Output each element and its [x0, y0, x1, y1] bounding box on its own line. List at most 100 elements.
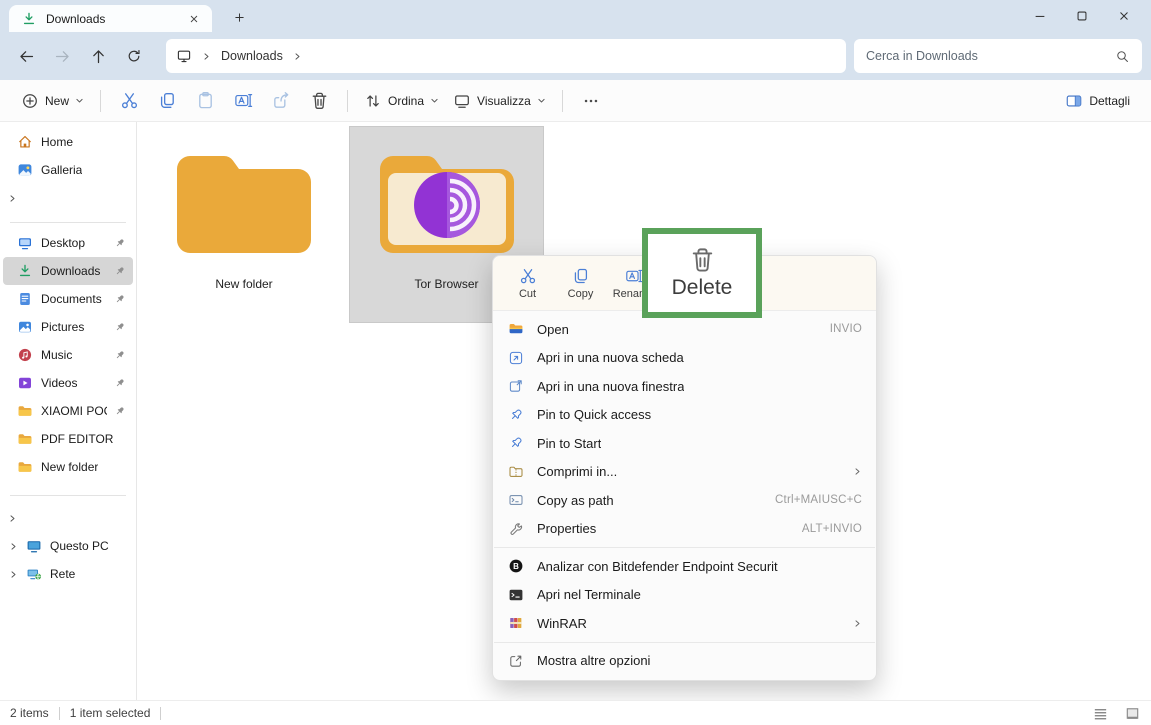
sidebar-item-xiaomi-poco[interactable]: XIAOMI POCO F	[3, 397, 133, 425]
view-toggles	[1091, 704, 1141, 722]
menu-item-open-terminal[interactable]: Apri nel Terminale	[498, 581, 871, 610]
forward-button[interactable]	[44, 39, 80, 73]
open-folder-icon	[508, 321, 524, 337]
this-pc-icon	[26, 538, 42, 554]
chevron-down-icon	[75, 96, 84, 105]
sidebar-item-downloads[interactable]: Downloads	[3, 257, 133, 285]
details-pane-button[interactable]: Dettagli	[1058, 87, 1137, 115]
sidebar-divider	[10, 495, 126, 496]
plus-icon	[233, 11, 246, 24]
view-icon	[453, 92, 471, 110]
up-button[interactable]	[80, 39, 116, 73]
chevron-right-icon	[8, 194, 17, 203]
network-icon	[26, 566, 42, 582]
address-bar[interactable]: Downloads	[166, 39, 846, 73]
delete-highlight-annotation[interactable]: Delete	[642, 228, 762, 318]
pin-icon	[115, 294, 125, 304]
rename-icon	[234, 91, 253, 110]
items-count: 2 items	[10, 706, 49, 720]
list-view-icon	[1092, 705, 1109, 722]
tor-browser-folder-icon	[372, 145, 522, 263]
music-icon	[17, 347, 33, 363]
large-icons-view-button[interactable]	[1123, 704, 1141, 722]
sidebar-item-videos[interactable]: Videos	[3, 369, 133, 397]
sidebar-item-desktop[interactable]: Desktop	[3, 229, 133, 257]
sort-button[interactable]: Ordina	[357, 87, 446, 115]
menu-item-open-new-window[interactable]: Apri in una nuova finestra	[498, 372, 871, 401]
sidebar-item-pdf-editor[interactable]: PDF EDITOR	[3, 425, 133, 453]
folder-icon	[17, 431, 33, 447]
menu-item-copy-as-path[interactable]: Copy as path Ctrl+MAIUSC+C	[498, 486, 871, 515]
wrench-icon	[508, 521, 524, 537]
menu-item-open[interactable]: Open INVIO	[498, 315, 871, 344]
toolbar-divider	[347, 90, 348, 112]
sidebar-item-pictures[interactable]: Pictures	[3, 313, 133, 341]
copy-button[interactable]	[148, 86, 186, 116]
desktop-icon	[17, 235, 33, 251]
folder-icon	[17, 403, 33, 419]
zip-folder-icon	[508, 464, 524, 480]
sidebar-item-music[interactable]: Music	[3, 341, 133, 369]
minimize-button[interactable]	[1019, 0, 1061, 32]
statusbar-divider	[160, 707, 161, 720]
new-button-label: New	[45, 94, 69, 108]
cut-icon	[519, 267, 537, 285]
pin-icon	[115, 322, 125, 332]
pin-icon	[115, 238, 125, 248]
sort-button-label: Ordina	[388, 94, 424, 108]
copy-icon	[158, 91, 177, 110]
sidebar-item-home[interactable]: Home	[3, 128, 133, 156]
chevron-right-icon	[9, 570, 18, 579]
back-button[interactable]	[8, 39, 44, 73]
tab-close-button[interactable]	[184, 9, 204, 29]
sidebar-expand-chevron[interactable]	[0, 184, 136, 212]
new-tab-button[interactable]	[226, 4, 252, 30]
search-box[interactable]	[854, 39, 1142, 73]
back-arrow-icon	[18, 48, 35, 65]
search-input[interactable]	[866, 49, 1115, 63]
sidebar-item-gallery[interactable]: Galleria	[3, 156, 133, 184]
share-button[interactable]	[262, 86, 300, 116]
paste-button[interactable]	[186, 86, 224, 116]
copy-quick-button[interactable]: Copy	[554, 259, 607, 307]
maximize-button[interactable]	[1061, 0, 1103, 32]
sidebar-item-network[interactable]: Rete	[3, 560, 133, 588]
sidebar-expand-chevron[interactable]	[0, 504, 136, 532]
rename-button[interactable]	[224, 86, 262, 116]
show-more-icon	[508, 653, 524, 669]
close-icon	[188, 13, 200, 25]
navigation-bar: Downloads	[0, 32, 1151, 80]
delete-button[interactable]	[300, 86, 338, 116]
details-view-button[interactable]	[1091, 704, 1109, 722]
sidebar-item-new-folder[interactable]: New folder	[3, 453, 133, 481]
sidebar-item-documents[interactable]: Documents	[3, 285, 133, 313]
delete-annotation-label: Delete	[672, 276, 733, 300]
submenu-chevron-icon	[853, 619, 862, 628]
new-button[interactable]: New	[14, 87, 91, 115]
menu-item-properties[interactable]: Properties ALT+INVIO	[498, 515, 871, 544]
downloads-icon	[17, 263, 33, 279]
cut-button[interactable]	[110, 86, 148, 116]
more-options-button[interactable]	[572, 86, 610, 116]
cut-quick-button[interactable]: Cut	[501, 259, 554, 307]
explorer-tab-downloads[interactable]: Downloads	[9, 5, 212, 32]
shortcut-label: INVIO	[830, 323, 862, 335]
menu-item-compress[interactable]: Comprimi in...	[498, 458, 871, 487]
forward-arrow-icon	[54, 48, 71, 65]
file-explorer-window: Downloads Downloads New	[0, 0, 1151, 725]
menu-item-winrar[interactable]: WinRAR	[498, 609, 871, 638]
refresh-button[interactable]	[116, 39, 152, 73]
view-button-label: Visualizza	[477, 94, 531, 108]
breadcrumb-downloads[interactable]: Downloads	[221, 49, 283, 63]
menu-item-pin-quick-access[interactable]: Pin to Quick access	[498, 401, 871, 430]
sidebar-item-this-pc[interactable]: Questo PC	[3, 532, 133, 560]
close-button[interactable]	[1103, 0, 1145, 32]
menu-item-show-more-options[interactable]: Mostra altre opzioni	[498, 647, 871, 676]
view-button[interactable]: Visualizza	[446, 87, 553, 115]
file-tile-new-folder[interactable]: New folder	[159, 127, 329, 322]
menu-item-bitdefender-scan[interactable]: Analizar con Bitdefender Endpoint Securi…	[498, 552, 871, 581]
menu-item-open-new-tab[interactable]: Apri in una nuova scheda	[498, 344, 871, 373]
menu-item-pin-to-start[interactable]: Pin to Start	[498, 429, 871, 458]
statusbar-divider	[59, 707, 60, 720]
sidebar-divider	[10, 222, 126, 223]
